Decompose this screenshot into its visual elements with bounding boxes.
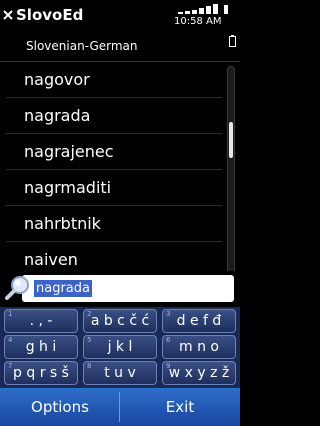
- close-icon[interactable]: [2, 9, 14, 21]
- exit-label: Exit: [165, 398, 195, 416]
- key-2[interactable]: 2 a b c č ć: [83, 309, 157, 333]
- search-icon: [5, 276, 29, 300]
- search-bar: nagrada: [0, 271, 240, 307]
- signal-strength-icon: [178, 4, 228, 14]
- key-7[interactable]: 7 p q r s š: [4, 361, 78, 385]
- key-label: t u v: [104, 365, 136, 381]
- list-item[interactable]: nagrada: [0, 98, 222, 134]
- key-6[interactable]: 6 m n o: [162, 335, 236, 359]
- list-item[interactable]: nahrbtnik: [0, 206, 222, 242]
- status-bar: SlovoEd 10:58 AM: [0, 0, 240, 36]
- key-label: p q r s š: [13, 365, 69, 381]
- key-label: m n o: [179, 339, 219, 355]
- clock: 10:58 AM: [174, 16, 222, 27]
- word-list: nagovor nagrada nagrajenec nagrmaditi na…: [0, 62, 222, 272]
- list-item-label: nagrajenec: [24, 142, 114, 161]
- list-item[interactable]: nagrmaditi: [0, 170, 222, 206]
- key-1[interactable]: 1 . , -: [4, 309, 78, 333]
- list-item-label: naiven: [24, 250, 78, 269]
- key-label: d e f đ: [176, 313, 222, 329]
- key-label: a b c č ć: [90, 313, 150, 329]
- search-input-value: nagrada: [34, 280, 92, 297]
- keypad: 1 . , - 2 a b c č ć 3 d e f đ 4 g h i 5 …: [0, 307, 240, 388]
- list-item[interactable]: naiven: [0, 242, 222, 272]
- key-4[interactable]: 4 g h i: [4, 335, 78, 359]
- softkey-bar: Options Exit: [0, 388, 240, 426]
- key-3[interactable]: 3 d e f đ: [162, 309, 236, 333]
- exit-button[interactable]: Exit: [120, 388, 240, 426]
- list-item[interactable]: nagrajenec: [0, 134, 222, 170]
- key-label: w x y z ž: [168, 365, 230, 381]
- app-title: SlovoEd: [16, 6, 84, 24]
- list-item-label: nagrada: [24, 106, 91, 125]
- key-8[interactable]: 8 t u v: [83, 361, 157, 385]
- list-item-label: nagrmaditi: [24, 178, 112, 197]
- options-button[interactable]: Options: [0, 388, 120, 426]
- key-label: g h i: [25, 339, 57, 355]
- list-item[interactable]: nagovor: [0, 62, 222, 98]
- search-input[interactable]: nagrada: [22, 275, 234, 302]
- battery-icon: [229, 35, 236, 47]
- list-item-label: nahrbtnik: [24, 214, 101, 233]
- options-label: Options: [31, 398, 89, 416]
- key-label: . , -: [29, 313, 53, 329]
- list-item-label: nagovor: [24, 70, 90, 89]
- key-9[interactable]: 9 w x y z ž: [162, 361, 236, 385]
- key-5[interactable]: 5 j k l: [83, 335, 157, 359]
- scrollbar-thumb[interactable]: [229, 122, 233, 158]
- dictionary-name: Slovenian-German: [26, 39, 138, 53]
- scrollbar[interactable]: [227, 66, 235, 280]
- key-label: j k l: [107, 339, 133, 355]
